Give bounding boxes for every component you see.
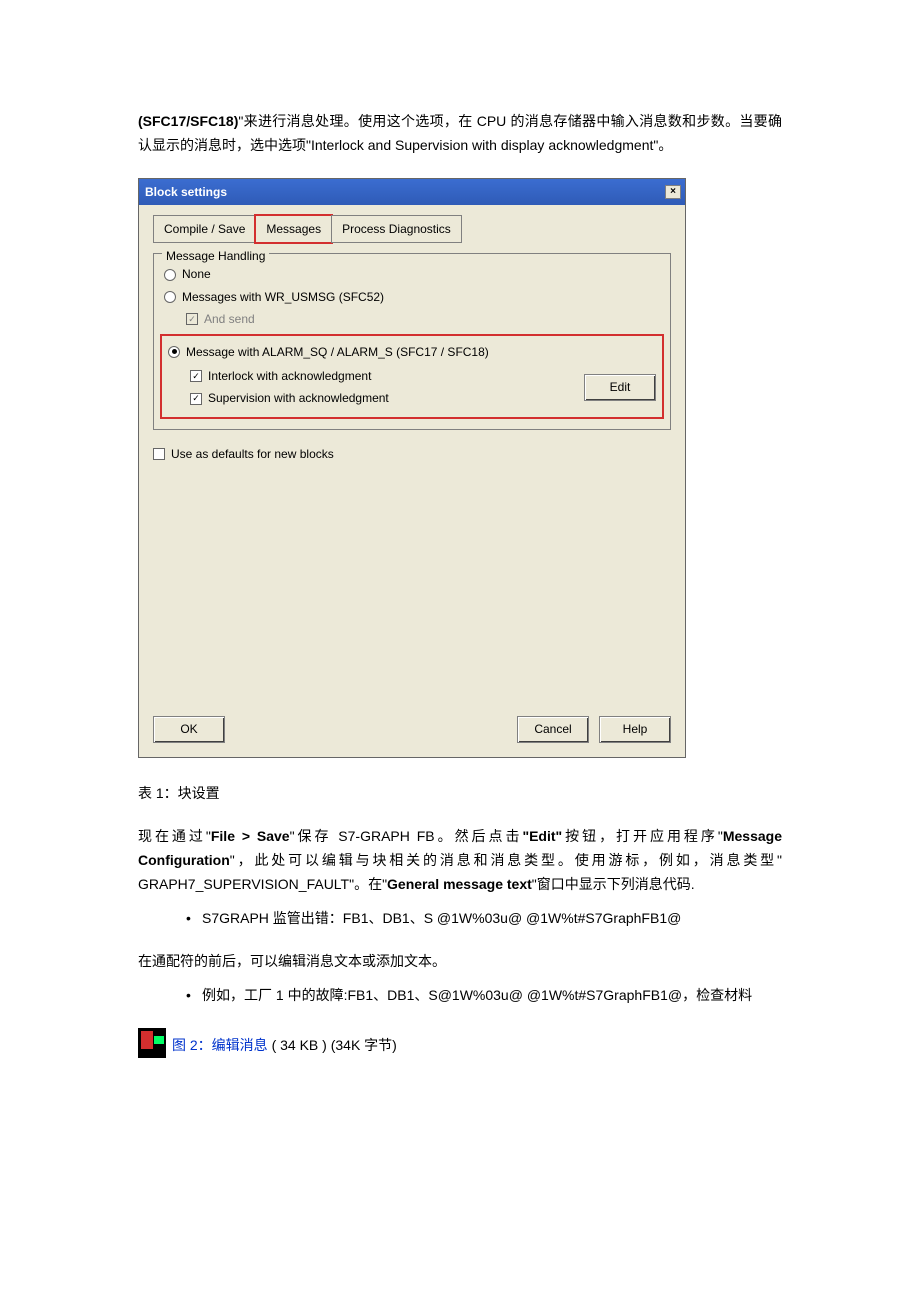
- bullet1-text: S7GRAPH 监管出错：FB1、DB1、S @1W%03u@ @1W%t#S7…: [202, 907, 681, 931]
- radio-alarm[interactable]: Message with ALARM_SQ / ALARM_S (SFC17 /…: [168, 342, 656, 362]
- list-item: •S7GRAPH 监管出错：FB1、DB1、S @1W%03u@ @1W%t#S…: [138, 907, 782, 931]
- checkbox-icon: [186, 313, 198, 325]
- attachment-link[interactable]: 图 2：编辑消息: [172, 1037, 268, 1053]
- close-icon[interactable]: ×: [665, 185, 681, 199]
- tab-bar: Compile / Save Messages Process Diagnost…: [153, 215, 671, 243]
- dialog-spacer: [153, 466, 671, 702]
- help-button[interactable]: Help: [599, 716, 671, 742]
- tab-process-diagnostics[interactable]: Process Diagnostics: [331, 215, 462, 243]
- bullet-icon: •: [186, 907, 202, 931]
- radio-sfc52-label: Messages with WR_USMSG (SFC52): [182, 287, 384, 307]
- check-and-send-label: And send: [204, 309, 255, 329]
- check-defaults-label: Use as defaults for new blocks: [171, 444, 334, 464]
- checkbox-icon: [190, 370, 202, 382]
- bullet-icon: •: [186, 984, 202, 1008]
- check-interlock[interactable]: Interlock with acknowledgment: [190, 366, 574, 386]
- check-supervision[interactable]: Supervision with acknowledgment: [190, 388, 574, 408]
- radio-none-label: None: [182, 264, 211, 284]
- radio-icon: [164, 291, 176, 303]
- radio-icon: [164, 269, 176, 281]
- edit-button[interactable]: Edit: [584, 374, 656, 400]
- radio-icon: [168, 346, 180, 358]
- check-interlock-label: Interlock with acknowledgment: [208, 366, 371, 386]
- ok-button[interactable]: OK: [153, 716, 225, 742]
- check-defaults[interactable]: Use as defaults for new blocks: [153, 444, 671, 464]
- paragraph-save-edit: 现在通过"File > Save"保存 S7-GRAPH FB。然后点击"Edi…: [138, 825, 782, 896]
- block-settings-dialog: Block settings × Compile / Save Messages…: [138, 178, 686, 758]
- message-handling-fieldset: Message Handling None Messages with WR_U…: [153, 253, 671, 429]
- list-item: •例如，工厂 1 中的故障:FB1、DB1、S@1W%03u@ @1W%t#S7…: [138, 984, 782, 1008]
- attachment-icon[interactable]: [138, 1028, 166, 1058]
- bullet-list-1: •S7GRAPH 监管出错：FB1、DB1、S @1W%03u@ @1W%t#S…: [138, 907, 782, 931]
- dialog-titlebar: Block settings ×: [139, 179, 685, 205]
- highlighted-option-group: Message with ALARM_SQ / ALARM_S (SFC17 /…: [160, 334, 664, 419]
- sfc-label: (SFC17/SFC18): [138, 113, 238, 129]
- tab-messages[interactable]: Messages: [255, 215, 332, 243]
- check-supervision-label: Supervision with acknowledgment: [208, 388, 389, 408]
- paragraph-intro: (SFC17/SFC18)"来进行消息处理。使用这个选项，在 CPU 的消息存储…: [138, 110, 782, 158]
- radio-none[interactable]: None: [164, 264, 660, 284]
- attachment-size: ( 34 KB ) (34K 字节): [272, 1037, 397, 1053]
- tab-compile-save[interactable]: Compile / Save: [153, 215, 256, 243]
- attachment-row: 图 2：编辑消息 ( 34 KB ) (34K 字节): [138, 1028, 782, 1058]
- radio-alarm-label: Message with ALARM_SQ / ALARM_S (SFC17 /…: [186, 342, 489, 362]
- dialog-title: Block settings: [145, 182, 227, 202]
- dialog-button-row: OK Cancel Help: [139, 716, 685, 756]
- radio-sfc52[interactable]: Messages with WR_USMSG (SFC52): [164, 287, 660, 307]
- checkbox-icon: [190, 393, 202, 405]
- bullet-list-2: •例如，工厂 1 中的故障:FB1、DB1、S@1W%03u@ @1W%t#S7…: [138, 984, 782, 1008]
- fieldset-legend: Message Handling: [162, 246, 269, 266]
- figure-caption-1: 表 1：块设置: [138, 782, 782, 806]
- bullet2-text: 例如，工厂 1 中的故障:FB1、DB1、S@1W%03u@ @1W%t#S7G…: [202, 984, 752, 1008]
- dialog-body: Compile / Save Messages Process Diagnost…: [139, 205, 685, 716]
- paragraph-edit-text: 在通配符的前后，可以编辑消息文本或添加文本。: [138, 950, 782, 974]
- checkbox-icon: [153, 448, 165, 460]
- check-and-send: And send: [186, 309, 660, 329]
- cancel-button[interactable]: Cancel: [517, 716, 589, 742]
